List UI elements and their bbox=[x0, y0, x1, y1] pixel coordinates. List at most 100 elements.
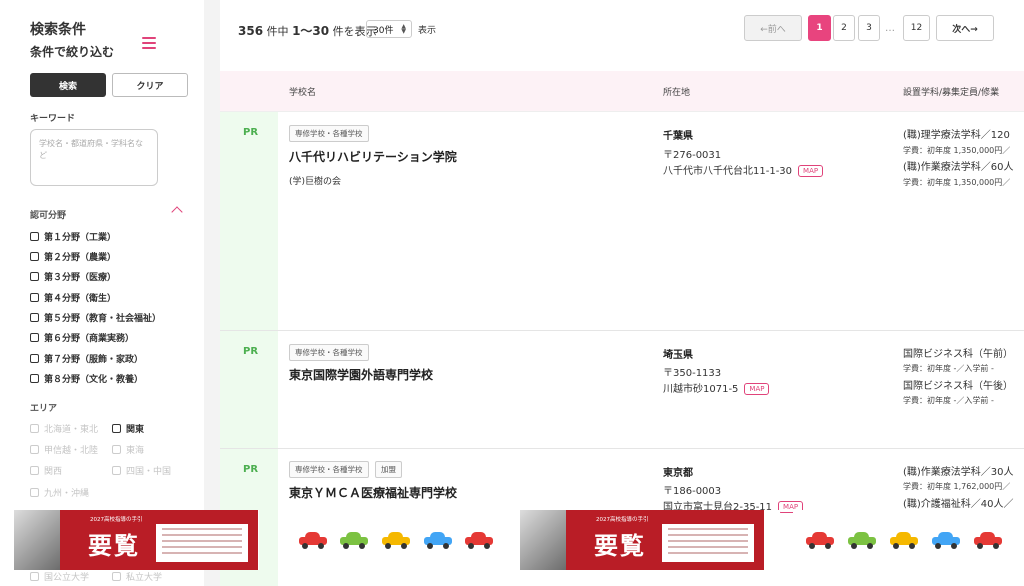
area-label: 関東 bbox=[126, 425, 145, 435]
per-page-select[interactable]: 30件 ▲ ▼ bbox=[366, 20, 412, 38]
address-text: 川越市砂1071-5 bbox=[663, 384, 739, 395]
header-location: 所在地 bbox=[663, 88, 691, 98]
area-checkbox-kanto[interactable]: 関東 bbox=[112, 422, 144, 435]
checkbox-icon[interactable] bbox=[30, 252, 39, 261]
chevron-up-icon[interactable] bbox=[171, 206, 183, 218]
school-name-link[interactable]: 八千代リハビリテーション学院 bbox=[289, 148, 457, 165]
next-page-button[interactable]: 次へ→ bbox=[936, 15, 994, 41]
department-fee: 学費：初年度 -／入学前 - bbox=[903, 364, 994, 373]
checkbox-icon bbox=[30, 466, 39, 475]
checkbox-icon bbox=[112, 445, 121, 454]
yoran-ad-title: 要覧 bbox=[594, 531, 646, 560]
checkbox-icon[interactable] bbox=[30, 313, 39, 322]
checkbox-icon bbox=[112, 466, 121, 475]
department-name: (職)理学療法学科／120 bbox=[903, 130, 1010, 141]
school-name-link[interactable]: 東京ＹＭＣＡ医療福祉専門学校 bbox=[289, 484, 457, 501]
pr-label: PR bbox=[243, 346, 259, 357]
ad-banner-cars[interactable] bbox=[793, 510, 1015, 570]
yoran-ad-heading: 2027高校指導の手引 bbox=[596, 517, 649, 523]
field-checkbox-1[interactable]: 第１分野（工業） bbox=[30, 230, 116, 243]
field-label: 第３分野（医療） bbox=[44, 273, 117, 283]
checkbox-icon[interactable] bbox=[30, 354, 39, 363]
checkbox-icon bbox=[30, 424, 39, 433]
prev-page-button[interactable]: ←前へ bbox=[744, 15, 802, 41]
area-checkbox-kansai: 関西 bbox=[30, 464, 62, 477]
field-checkbox-8[interactable]: 第８分野（文化・教養） bbox=[30, 372, 143, 385]
school-name-link[interactable]: 東京国際学園外語専門学校 bbox=[289, 366, 433, 383]
field-checkbox-6[interactable]: 第６分野（商業実務） bbox=[30, 331, 134, 344]
prefecture: 埼玉県 bbox=[663, 350, 693, 361]
area-label: 関西 bbox=[44, 467, 63, 477]
table-header: 学校名 所在地 設置学科/募集定員/修業 bbox=[220, 71, 1024, 112]
field-label: 第２分野（農業） bbox=[44, 253, 117, 263]
area-label: 甲信越・北陸 bbox=[44, 446, 99, 456]
yoran-ad-panel bbox=[156, 524, 248, 562]
checkbox-icon bbox=[30, 572, 39, 581]
checkbox-icon bbox=[30, 445, 39, 454]
area-label: 九州・沖縄 bbox=[44, 489, 90, 499]
corporation-name: (学)巨樹の会 bbox=[289, 177, 342, 187]
car-row bbox=[793, 510, 1015, 570]
school-type-tag: 専修学校・各種学校 bbox=[289, 344, 369, 361]
header-school-name: 学校名 bbox=[289, 88, 317, 98]
table-row[interactable]: PR 専修学校・各種学校 八千代リハビリテーション学院 (学)巨樹の会 千葉県 … bbox=[220, 112, 1024, 331]
map-link[interactable]: MAP bbox=[744, 383, 770, 395]
address: 八千代市八千代台北11-1-30 MAP bbox=[663, 162, 824, 177]
area-checkbox-shikoku-chugoku: 四国・中国 bbox=[112, 464, 171, 477]
page-1-button[interactable]: 1 bbox=[808, 15, 831, 41]
checkbox-icon[interactable] bbox=[30, 293, 39, 302]
cat-photo bbox=[520, 510, 566, 570]
field-checkbox-7[interactable]: 第７分野（服飾・家政） bbox=[30, 352, 143, 365]
car-icon bbox=[848, 531, 876, 549]
yoran-ad-title: 要覧 bbox=[88, 531, 140, 560]
checkbox-icon[interactable] bbox=[112, 424, 121, 433]
pagination-ellipsis: … bbox=[885, 23, 895, 34]
car-icon bbox=[974, 531, 1002, 549]
checkbox-private-university: 私立大学 bbox=[112, 570, 162, 583]
car-row bbox=[286, 510, 506, 570]
member-tag: 加盟 bbox=[375, 461, 402, 478]
keyword-input[interactable]: 学校名・都道府県・学科名など bbox=[30, 129, 158, 186]
per-page-value: 30件 bbox=[373, 25, 394, 36]
checkbox-icon bbox=[30, 488, 39, 497]
ad-banner-cars[interactable] bbox=[286, 510, 506, 570]
sidebar-subtitle: 条件で絞り込む bbox=[30, 45, 115, 59]
car-icon bbox=[423, 531, 452, 549]
menu-icon[interactable] bbox=[142, 37, 156, 49]
car-icon bbox=[932, 531, 960, 549]
department-name: (職)作業療法学科／60人 bbox=[903, 162, 1014, 173]
field-label: 第８分野（文化・教養） bbox=[44, 375, 144, 385]
pr-label: PR bbox=[243, 127, 259, 138]
map-link[interactable]: MAP bbox=[798, 165, 824, 177]
department-name: 国際ビジネス科（午前） bbox=[903, 349, 1013, 360]
field-checkbox-2[interactable]: 第２分野（農業） bbox=[30, 250, 116, 263]
area-checkbox-tokai: 東海 bbox=[112, 443, 144, 456]
checkbox-icon[interactable] bbox=[30, 333, 39, 342]
cat-photo bbox=[14, 510, 60, 570]
field-checkbox-4[interactable]: 第４分野（衛生） bbox=[30, 291, 116, 304]
ad-banner-yoran[interactable]: 2027高校指導の手引 要覧 bbox=[14, 510, 259, 570]
checkbox-icon[interactable] bbox=[30, 272, 39, 281]
table-row[interactable]: PR 専修学校・各種学校 東京国際学園外語専門学校 埼玉県 〒350-1133 … bbox=[220, 331, 1024, 449]
department-name: 国際ビジネス科（午後） bbox=[903, 381, 1013, 392]
checkbox-label: 国公立大学 bbox=[44, 573, 90, 583]
page-2-button[interactable]: 2 bbox=[833, 15, 855, 41]
car-icon bbox=[890, 531, 918, 549]
field-label: 第１分野（工業） bbox=[44, 233, 117, 243]
school-type-tag: 専修学校・各種学校 bbox=[289, 125, 369, 142]
result-count: 356 件中 1〜30 件を表示 bbox=[238, 22, 377, 39]
field-checkbox-3[interactable]: 第３分野（医療） bbox=[30, 270, 116, 283]
field-checkbox-5[interactable]: 第５分野（教育・社会福祉） bbox=[30, 311, 161, 324]
postal-code: 〒186-0003 bbox=[663, 486, 722, 497]
checkbox-icon[interactable] bbox=[30, 374, 39, 383]
total-suffix: 件中 bbox=[266, 25, 289, 38]
field-label: 第７分野（服飾・家政） bbox=[44, 355, 144, 365]
page-last-button[interactable]: 12 bbox=[903, 15, 930, 41]
checkbox-label: 私立大学 bbox=[126, 573, 163, 583]
ad-banner-yoran[interactable]: 2027高校指導の手引 要覧 bbox=[520, 510, 780, 570]
page-3-button[interactable]: 3 bbox=[858, 15, 880, 41]
clear-button[interactable]: クリア bbox=[112, 73, 188, 97]
checkbox-icon[interactable] bbox=[30, 232, 39, 241]
department-name: (職)介護福祉科／40人／ bbox=[903, 499, 1014, 510]
search-button[interactable]: 検索 bbox=[30, 73, 106, 97]
